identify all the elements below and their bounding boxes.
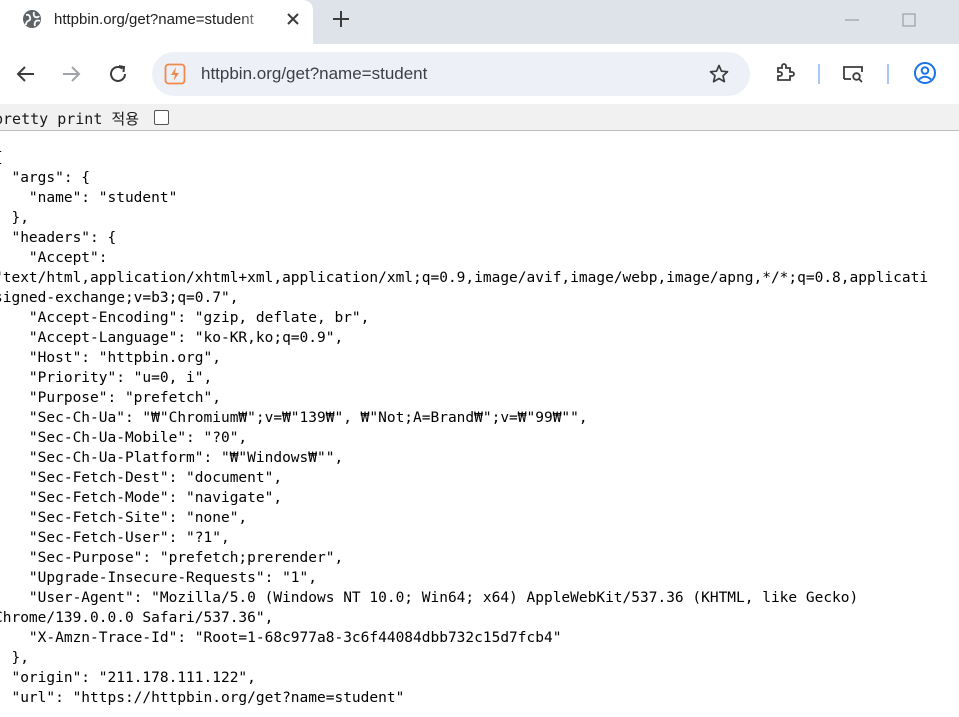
pretty-print-bar: pretty print 적용 (0, 104, 959, 131)
star-icon[interactable] (708, 63, 730, 85)
json-response: { "args": { "name": "student" }, "header… (0, 148, 959, 717)
json-line: "url": "https://httpbin.org/get?name=stu… (0, 690, 405, 706)
toolbar-divider (818, 64, 820, 84)
json-line: }, (11, 210, 29, 226)
json-line: "text/html,application/xhtml+xml,applica… (0, 270, 929, 286)
json-line: "Accept-Encoding": "gzip, deflate, br", (0, 310, 370, 326)
json-line: "args": { (0, 170, 91, 186)
cast-search-icon[interactable] (841, 61, 865, 85)
pretty-print-label: pretty print 적용 (0, 110, 140, 128)
json-line: "Accept": (0, 250, 108, 266)
reload-icon[interactable] (106, 62, 130, 86)
json-line: "Sec-Ch-Ua-Platform": "₩"Windows₩"", (0, 450, 344, 466)
forward-arrow-icon[interactable] (59, 62, 83, 86)
json-line: "Sec-Fetch-Dest": "document", (0, 470, 283, 486)
json-line: "Sec-Fetch-Mode": "navigate", (0, 490, 283, 506)
json-line: { (0, 148, 959, 168)
json-line: signed-exchange;v=b3;q=0.7", (0, 290, 239, 306)
puzzle-icon[interactable] (773, 61, 797, 85)
tab-strip: httpbin.org/get?name=student (0, 0, 959, 44)
json-line: "Sec-Fetch-Site": "none", (0, 510, 248, 526)
json-line: "headers": { (0, 230, 117, 246)
json-line: "Sec-Ch-Ua": "₩"Chromium₩";v=₩"139₩", ₩"… (0, 410, 588, 426)
plus-icon[interactable] (330, 8, 352, 30)
json-line: "Sec-Purpose": "prefetch;prerender", (0, 550, 344, 566)
tab-title: httpbin.org/get?name=student (54, 11, 254, 28)
json-line: "Sec-Fetch-User": "?1", (0, 530, 230, 546)
close-icon[interactable] (283, 9, 303, 29)
json-line: Chrome/139.0.0.0 Safari/537.36", (0, 610, 274, 626)
json-line: "User-Agent": "Mozilla/5.0 (Windows NT 1… (0, 590, 859, 606)
json-line: "origin": "211.178.111.122", (0, 670, 256, 686)
json-line: "Accept-Language": "ko-KR,ko;q=0.9", (0, 330, 344, 346)
active-tab[interactable]: httpbin.org/get?name=student (0, 0, 313, 44)
site-info-icon[interactable] (164, 63, 186, 85)
profile-icon[interactable] (913, 61, 937, 85)
json-line: "Sec-Ch-Ua-Mobile": "?0", (0, 430, 248, 446)
maximize-icon[interactable] (899, 10, 919, 30)
json-line: "Priority": "u=0, i", (0, 370, 213, 386)
json-line: }, (11, 650, 29, 666)
back-arrow-icon[interactable] (14, 62, 38, 86)
json-line: "name": "student" (0, 190, 178, 206)
json-line: "Upgrade-Insecure-Requests": "1", (0, 570, 318, 586)
url-text[interactable]: httpbin.org/get?name=student (201, 64, 427, 84)
globe-icon (23, 10, 41, 28)
minimize-icon[interactable] (842, 10, 862, 30)
address-bar[interactable]: httpbin.org/get?name=student (152, 52, 750, 96)
pretty-print-checkbox[interactable] (154, 110, 169, 125)
json-line: "X-Amzn-Trace-Id": "Root=1-68c977a8-3c6f… (0, 630, 562, 646)
json-line: "Host": "httpbin.org", (0, 350, 221, 366)
json-line: "Purpose": "prefetch", (0, 390, 221, 406)
browser-toolbar: httpbin.org/get?name=student (0, 44, 959, 104)
toolbar-divider (887, 64, 889, 84)
